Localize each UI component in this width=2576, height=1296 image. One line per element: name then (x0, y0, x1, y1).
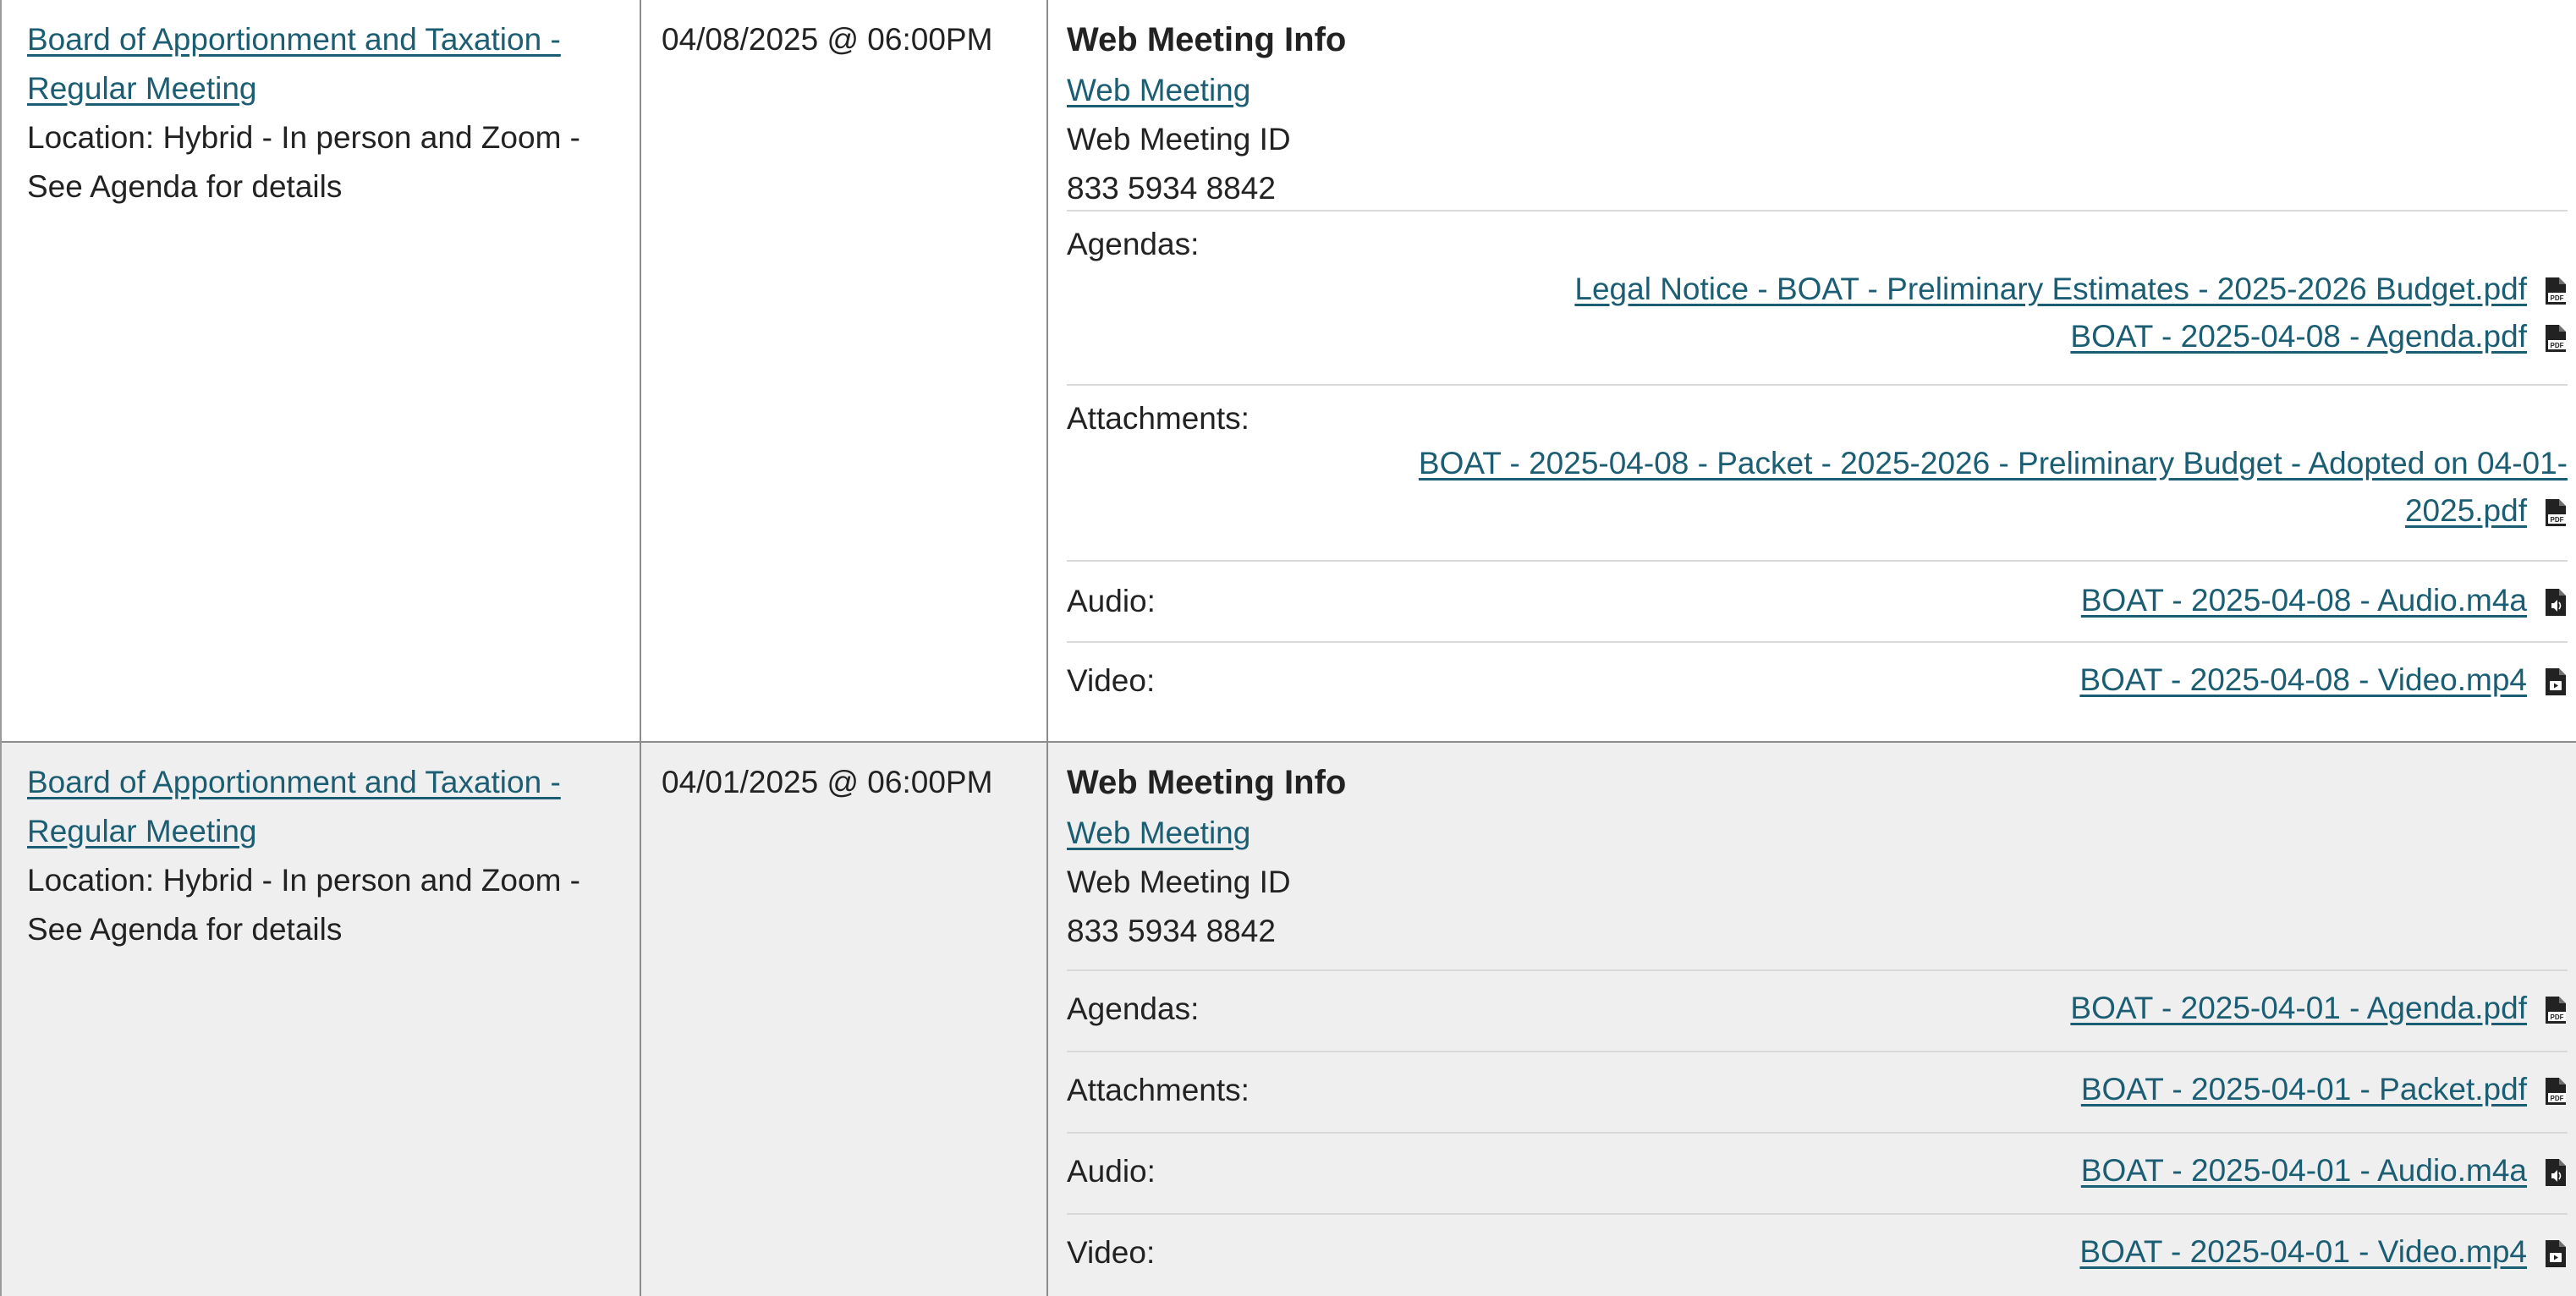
video-file-icon[interactable] (2544, 667, 2568, 696)
meeting-location: Location: Hybrid - In person and Zoom - … (27, 120, 580, 204)
meeting-title-link[interactable]: Board of Apportionment and Taxation - Re… (27, 22, 561, 106)
audio-file-icon[interactable] (2544, 1158, 2568, 1187)
audio-file-link[interactable]: BOAT - 2025-04-01 - Audio.m4a (2081, 1153, 2527, 1188)
meeting-name-cell: Board of Apportionment and Taxation - Re… (2, 743, 641, 1296)
web-meeting-id-label: Web Meeting ID (1067, 865, 1291, 899)
web-meeting-id-label: Web Meeting ID (1067, 122, 1291, 157)
meeting-row: Board of Apportionment and Taxation - Re… (2, 743, 2576, 1296)
attachments-label: Attachments: (1067, 401, 1250, 436)
pdf-file-icon[interactable]: PDF (2544, 1077, 2568, 1106)
audio-section: Audio: BOAT - 2025-04-08 - Audio.m4a (1067, 560, 2568, 641)
svg-text:PDF: PDF (2551, 1013, 2564, 1021)
pdf-file-icon[interactable]: PDF (2544, 996, 2568, 1024)
video-label: Video: (1067, 663, 1156, 698)
web-meeting-id: 833 5934 8842 (1067, 914, 1276, 948)
attachment-file-link[interactable]: BOAT - 2025-04-08 - Packet - 2025-2026 -… (1419, 446, 2568, 481)
meeting-row: Board of Apportionment and Taxation - Re… (2, 0, 2576, 743)
svg-text:PDF: PDF (2551, 516, 2564, 524)
meeting-details-cell: Web Meeting Info Web Meeting Web Meeting… (1048, 743, 2576, 1296)
agenda-file-link[interactable]: BOAT - 2025-04-08 - Agenda.pdf (2070, 319, 2527, 354)
attachments-label: Attachments: (1067, 1073, 1250, 1107)
attachments-section: Attachments: BOAT - 2025-04-01 - Packet.… (1067, 1051, 2568, 1132)
web-meeting-id: 833 5934 8842 (1067, 171, 1276, 206)
attachment-file-link[interactable]: BOAT - 2025-04-01 - Packet.pdf (2081, 1072, 2527, 1107)
agendas-label: Agendas: (1067, 991, 1200, 1026)
meeting-date-cell: 04/08/2025 @ 06:00PM (641, 0, 1048, 741)
audio-file-icon[interactable] (2544, 588, 2568, 617)
agendas-section: Agendas: BOAT - 2025-04-01 - Agenda.pdf P… (1067, 969, 2568, 1051)
meeting-title-link[interactable]: Board of Apportionment and Taxation - Re… (27, 765, 561, 848)
video-file-link[interactable]: BOAT - 2025-04-08 - Video.mp4 (2079, 662, 2527, 697)
svg-text:PDF: PDF (2551, 1095, 2564, 1102)
agendas-section: Agendas: Legal Notice - BOAT - Prelimina… (1067, 210, 2568, 384)
meeting-name-cell: Board of Apportionment and Taxation - Re… (2, 0, 641, 741)
video-section: Video: BOAT - 2025-04-01 - Video.mp4 (1067, 1213, 2568, 1294)
svg-text:PDF: PDF (2551, 294, 2564, 302)
agenda-file-link[interactable]: BOAT - 2025-04-01 - Agenda.pdf (2070, 991, 2527, 1025)
pdf-file-icon[interactable]: PDF (2544, 277, 2568, 305)
svg-text:PDF: PDF (2551, 342, 2564, 349)
meeting-date-cell: 04/01/2025 @ 06:00PM (641, 743, 1048, 1296)
audio-label: Audio: (1067, 1154, 1156, 1189)
attachment-file-link-continued[interactable]: 2025.pdf (2405, 493, 2527, 528)
attachments-section: Attachments: BOAT - 2025-04-08 - Packet … (1067, 384, 2568, 560)
pdf-file-icon[interactable]: PDF (2544, 324, 2568, 353)
web-meeting-info-title: Web Meeting Info (1067, 21, 1347, 58)
video-label: Video: (1067, 1235, 1156, 1270)
meeting-details-cell: Web Meeting Info Web Meeting Web Meeting… (1048, 0, 2576, 741)
meeting-location: Location: Hybrid - In person and Zoom - … (27, 863, 580, 947)
meetings-table: Board of Apportionment and Taxation - Re… (0, 0, 2576, 1296)
web-meeting-link[interactable]: Web Meeting (1067, 815, 1250, 850)
agendas-label: Agendas: (1067, 227, 1200, 261)
agenda-file-link[interactable]: Legal Notice - BOAT - Preliminary Estima… (1574, 272, 2527, 306)
audio-section: Audio: BOAT - 2025-04-01 - Audio.m4a (1067, 1132, 2568, 1213)
video-section: Video: BOAT - 2025-04-08 - Video.mp4 (1067, 641, 2568, 724)
web-meeting-link[interactable]: Web Meeting (1067, 73, 1250, 107)
pdf-file-icon[interactable]: PDF (2544, 498, 2568, 527)
video-file-icon[interactable] (2544, 1239, 2568, 1268)
meeting-datetime: 04/08/2025 @ 06:00PM (662, 22, 993, 57)
audio-label: Audio: (1067, 584, 1156, 618)
audio-file-link[interactable]: BOAT - 2025-04-08 - Audio.m4a (2081, 583, 2527, 618)
meeting-datetime: 04/01/2025 @ 06:00PM (662, 765, 993, 799)
web-meeting-info-title: Web Meeting Info (1067, 764, 1347, 801)
video-file-link[interactable]: BOAT - 2025-04-01 - Video.mp4 (2079, 1234, 2527, 1269)
